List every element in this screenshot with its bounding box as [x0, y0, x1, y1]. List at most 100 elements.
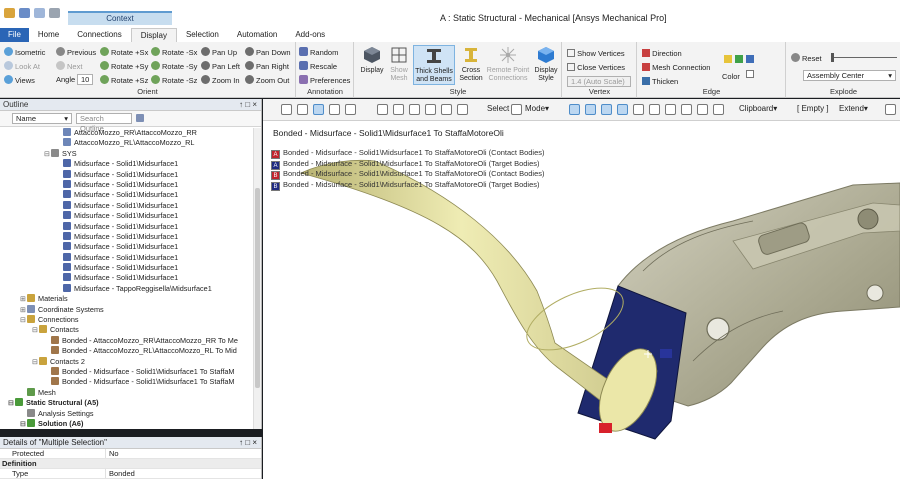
- zoom-in-button[interactable]: Zoom In: [201, 75, 240, 85]
- contact-marker-a[interactable]: [599, 423, 612, 433]
- select-element-face-icon[interactable]: [665, 104, 676, 115]
- details-row[interactable]: Protected No: [0, 449, 261, 459]
- tree-item[interactable]: Midsurface - Solid1\Midsurface1: [0, 273, 253, 283]
- remote-point-connections-button[interactable]: Remote Point Connections: [486, 45, 530, 83]
- select-mesh-icon[interactable]: [697, 104, 708, 115]
- hidden-lines-icon[interactable]: [345, 104, 356, 115]
- next-button[interactable]: Next: [56, 61, 82, 71]
- details-section[interactable]: Definition: [0, 459, 261, 469]
- tree-item[interactable]: Midsurface - Solid1\Midsurface1: [0, 231, 253, 242]
- settings-icon[interactable]: [49, 8, 60, 18]
- clipboard-dropdown[interactable]: Clipboard▾: [739, 104, 777, 113]
- color-button[interactable]: Color: [722, 72, 740, 81]
- select-face-icon[interactable]: [601, 104, 612, 115]
- auto-scale-select[interactable]: 1.4 (Auto Scale): [567, 76, 631, 87]
- pan-up-button[interactable]: Pan Up: [201, 47, 237, 57]
- panel-controls[interactable]: ↑ □ ×: [239, 437, 257, 449]
- pan-left-button[interactable]: Pan Left: [201, 61, 240, 71]
- display-button[interactable]: Display: [358, 45, 386, 75]
- tree-item[interactable]: Midsurface - Solid1\Midsurface1: [0, 159, 253, 169]
- zoom-fit-icon[interactable]: [297, 104, 308, 115]
- tab-connections[interactable]: Connections: [68, 28, 130, 42]
- rotate-plus-sy-button[interactable]: Rotate +Sy: [100, 61, 148, 71]
- tree-item[interactable]: Midsurface - Solid1\Midsurface1: [0, 242, 253, 252]
- save-icon[interactable]: [19, 8, 30, 18]
- explode-slider-handle[interactable]: [831, 53, 834, 62]
- tree-item[interactable]: ⊟ Solution (A6): [0, 418, 253, 429]
- display-style-button[interactable]: Display Style: [532, 45, 560, 83]
- context-tab[interactable]: Context: [68, 11, 172, 25]
- pan-down-button[interactable]: Pan Down: [245, 47, 291, 57]
- cross-section-button[interactable]: Cross Section: [457, 45, 485, 83]
- target-marker-a[interactable]: [660, 349, 672, 358]
- select-node-icon[interactable]: [633, 104, 644, 115]
- select-edge-icon[interactable]: [585, 104, 596, 115]
- angle-input[interactable]: 10: [77, 74, 93, 85]
- rotate-plus-sz-button[interactable]: Rotate +Sz: [100, 75, 148, 85]
- tree-item[interactable]: Midsurface - TappoReggisella\Midsurface1: [0, 283, 253, 294]
- tree-item[interactable]: Midsurface - Solid1\Midsurface1: [0, 169, 253, 180]
- tree-item[interactable]: AttaccoMozzo_RL\AttaccoMozzo_RL: [0, 138, 253, 148]
- tab-home[interactable]: Home: [29, 28, 68, 42]
- tree-item[interactable]: Midsurface - Solid1\Midsurface1: [0, 179, 253, 190]
- fit-all-icon[interactable]: [425, 104, 436, 115]
- close-vertices-button[interactable]: Close Vertices: [567, 63, 625, 72]
- select-vertex-icon[interactable]: [569, 104, 580, 115]
- shaded-icon[interactable]: [313, 104, 324, 115]
- reset-view-icon[interactable]: [457, 104, 468, 115]
- thick-shells-beams-button[interactable]: Thick Shells and Beams: [413, 45, 455, 85]
- tree-item[interactable]: ⊞ Coordinate Systems: [0, 304, 253, 315]
- tree-item[interactable]: AttaccoMozzo_RR\AttaccoMozzo_RR: [0, 128, 253, 138]
- search-options-icon[interactable]: [136, 114, 144, 122]
- tree-item[interactable]: Bonded - Midsurface - Solid1\Midsurface1…: [0, 366, 253, 377]
- graphics-viewport[interactable]: Bonded - Midsurface - Solid1\Midsurface1…: [263, 121, 900, 479]
- scrollbar-thumb[interactable]: [255, 188, 260, 388]
- wireframe-icon[interactable]: [329, 104, 340, 115]
- views-button[interactable]: Views: [4, 75, 35, 85]
- tab-display[interactable]: Display: [130, 28, 177, 42]
- layout-icon[interactable]: [34, 8, 45, 18]
- look-at-button[interactable]: Look At: [4, 61, 40, 71]
- rotate-view-icon[interactable]: [377, 104, 388, 115]
- box-zoom-icon[interactable]: [409, 104, 420, 115]
- magnifier-icon[interactable]: [441, 104, 452, 115]
- color-swatch-green[interactable]: [735, 55, 743, 63]
- rescale-button[interactable]: Rescale: [299, 61, 337, 71]
- details-row[interactable]: Type Bonded: [0, 469, 261, 479]
- tree-item[interactable]: Midsurface - Solid1\Midsurface1: [0, 200, 253, 211]
- tree-item[interactable]: ⊟ Contacts: [0, 325, 253, 335]
- tree-item[interactable]: Midsurface - Solid1\Midsurface1: [0, 252, 253, 263]
- tree-item[interactable]: Bonded - AttaccoMozzo_RL\AttaccoMozzo_RL…: [0, 346, 253, 356]
- rotate-minus-sz-button[interactable]: Rotate -Sz: [151, 75, 197, 85]
- color-swatch-white[interactable]: [746, 70, 754, 78]
- select-all-icon[interactable]: [681, 104, 692, 115]
- outline-scrollbar[interactable]: [253, 128, 261, 429]
- show-vertices-button[interactable]: Show Vertices: [567, 49, 625, 58]
- mode-dropdown[interactable]: Mode▾: [525, 104, 549, 113]
- tree-item[interactable]: Bonded - AttaccoMozzo_RR\AttaccoMozzo_RR…: [0, 335, 253, 346]
- panel-controls[interactable]: ↑ □ ×: [239, 99, 257, 111]
- rotate-minus-sy-button[interactable]: Rotate -Sy: [151, 61, 197, 71]
- mesh-connection-button[interactable]: Mesh Connection: [642, 63, 710, 72]
- rotate-plus-sx-button[interactable]: Rotate +Sx: [100, 47, 148, 57]
- select-body-icon[interactable]: [617, 104, 628, 115]
- zoom-out-button[interactable]: Zoom Out: [245, 75, 289, 85]
- show-mesh-button[interactable]: Show Mesh: [387, 45, 411, 83]
- tree-item[interactable]: Midsurface - Solid1\Midsurface1: [0, 221, 253, 232]
- app-icon[interactable]: [4, 8, 15, 18]
- tree-item[interactable]: Mesh: [0, 387, 253, 398]
- preferences-button[interactable]: Preferences: [299, 75, 350, 85]
- isometric-button[interactable]: Isometric: [4, 47, 45, 57]
- tree-item[interactable]: ⊟ Connections: [0, 315, 253, 325]
- pan-right-button[interactable]: Pan Right: [245, 61, 289, 71]
- rotate-minus-sx-button[interactable]: Rotate -Sx: [151, 47, 197, 57]
- thicken-button[interactable]: Thicken: [642, 77, 678, 86]
- tree-item[interactable]: Midsurface - Solid1\Midsurface1: [0, 263, 253, 273]
- color-swatch-blue[interactable]: [746, 55, 754, 63]
- zoom-icon[interactable]: [281, 104, 292, 115]
- previous-button[interactable]: Previous: [56, 47, 96, 57]
- tree-item[interactable]: Analysis Settings: [0, 408, 253, 419]
- tab-file[interactable]: File: [0, 28, 29, 42]
- tree-item[interactable]: ⊟ Contacts 2: [0, 356, 253, 367]
- tab-automation[interactable]: Automation: [228, 28, 286, 42]
